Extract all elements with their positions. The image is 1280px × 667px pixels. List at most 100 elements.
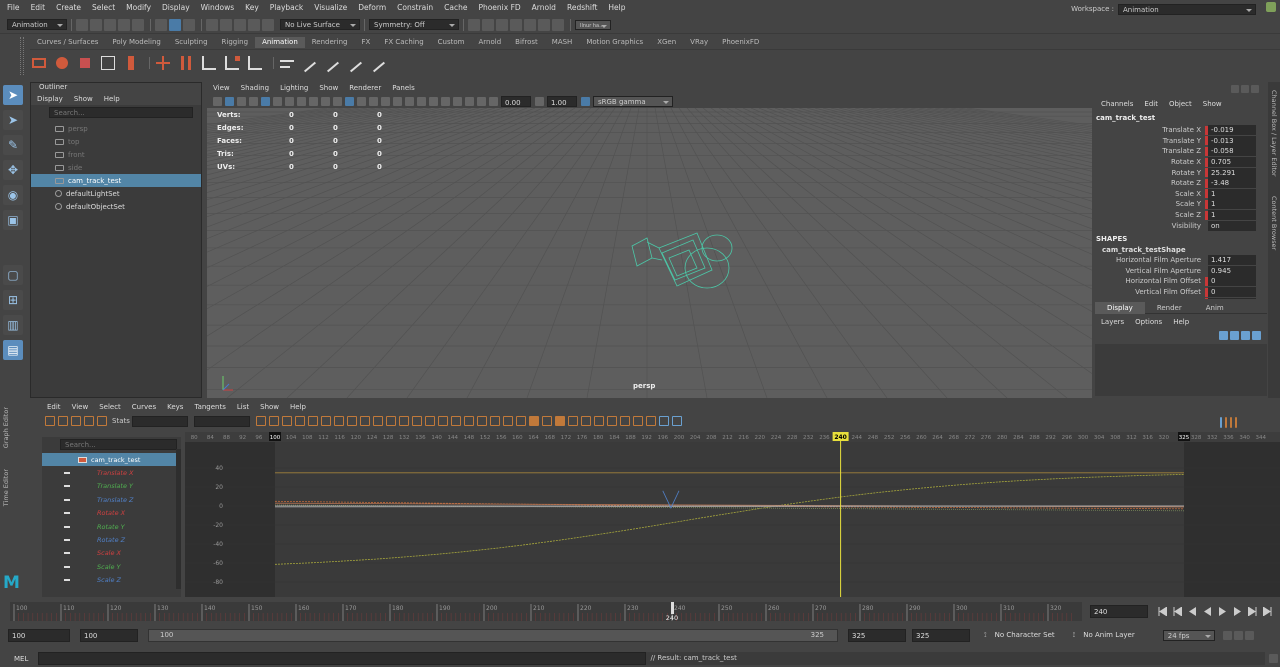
channel-attr-value[interactable]: 1.417 xyxy=(1208,255,1256,266)
curve-list-item[interactable]: Translate Y xyxy=(42,480,181,493)
graph-menu-view[interactable]: View xyxy=(72,403,89,411)
flat-tangent-icon[interactable] xyxy=(346,416,357,426)
render-settings-icon[interactable] xyxy=(496,18,508,31)
pre-infinity-cycle-icon[interactable] xyxy=(476,416,487,426)
ambient-occlusion-icon[interactable] xyxy=(405,96,414,106)
side-tab-time-editor[interactable]: Time Editor xyxy=(2,469,10,506)
linear-tangent-icon[interactable] xyxy=(333,416,344,426)
outliner-layout-icon[interactable]: ▤ xyxy=(3,340,23,360)
stats-time-field[interactable] xyxy=(131,415,188,427)
redshift-play-icon[interactable] xyxy=(538,18,550,31)
retime-keys-icon[interactable] xyxy=(97,416,107,426)
shelf-tab-bifrost[interactable]: Bifrost xyxy=(508,37,545,48)
step-forward-frame-icon[interactable] xyxy=(1233,607,1242,616)
set-key-selected-icon[interactable] xyxy=(99,54,117,72)
unify-tangents-icon[interactable] xyxy=(398,416,409,426)
new-layer-selected-icon[interactable] xyxy=(1252,331,1261,340)
clamped-tangent-icon[interactable] xyxy=(320,416,331,426)
shelf-tab-fx[interactable]: FX xyxy=(355,37,378,48)
graph-split-layout-icon[interactable] xyxy=(1230,417,1232,428)
curve-list-item[interactable]: Rotate Y xyxy=(42,520,181,533)
graph-menu-edit[interactable]: Edit xyxy=(47,403,61,411)
ik-spline-icon[interactable] xyxy=(177,54,195,72)
side-tab-graph-editor[interactable]: Graph Editor xyxy=(2,407,10,448)
viewport-menu-view[interactable]: View xyxy=(213,84,230,92)
graph-menu-keys[interactable]: Keys xyxy=(167,403,183,411)
layer-menu-layers[interactable]: Layers xyxy=(1101,318,1124,326)
new-layer-icon[interactable] xyxy=(1241,331,1250,340)
redshift-pause-icon[interactable] xyxy=(552,18,564,31)
point-constraint-icon[interactable] xyxy=(246,54,264,72)
snap-point-icon[interactable] xyxy=(234,18,246,31)
undo-icon[interactable] xyxy=(118,18,130,31)
graph-menu-curves[interactable]: Curves xyxy=(132,403,156,411)
channel-attr-value[interactable]: 0 xyxy=(1208,276,1256,287)
rotate-tool-icon[interactable]: ◉ xyxy=(3,185,23,205)
create-joint-icon[interactable] xyxy=(200,54,218,72)
menu-arnold[interactable]: Arnold xyxy=(532,3,556,12)
side-tab-content-browser[interactable]: Content Browser xyxy=(1270,196,1278,250)
channel-attr-value[interactable]: 1 xyxy=(1208,199,1256,210)
break-tangents-icon[interactable] xyxy=(385,416,396,426)
step-back-frame-icon[interactable] xyxy=(1188,607,1197,616)
outliner-menu-help[interactable]: Help xyxy=(104,95,120,103)
viewport-panel[interactable]: View Shading Lighting Show Renderer Panels 0.… xyxy=(207,82,1092,398)
single-view-icon[interactable]: ▢ xyxy=(3,265,23,285)
ik-handle-icon[interactable] xyxy=(154,54,172,72)
select-hierarchy-icon[interactable] xyxy=(155,18,167,31)
curve-list-item[interactable]: Rotate X xyxy=(42,507,181,520)
shelf-tab-vray[interactable]: VRay xyxy=(683,37,715,48)
hypershade-icon[interactable] xyxy=(510,18,522,31)
channel-attr-row[interactable]: Translate Z -0.058 xyxy=(1095,146,1267,157)
scale-constraint-icon[interactable] xyxy=(324,54,342,73)
menu-cache[interactable]: Cache xyxy=(444,3,467,12)
step-forward-key-icon[interactable] xyxy=(1247,606,1257,617)
resolution-gate-icon[interactable] xyxy=(285,96,294,106)
image-plane-icon[interactable] xyxy=(249,96,258,106)
gamma-field[interactable]: 1.00 xyxy=(547,95,577,107)
go-to-start-icon[interactable] xyxy=(1158,606,1168,617)
layer-tab-render[interactable]: Render xyxy=(1145,302,1194,314)
select-camera-icon[interactable] xyxy=(213,96,222,106)
channel-menu-object[interactable]: Object xyxy=(1169,100,1192,108)
graph-menu-tangents[interactable]: Tangents xyxy=(194,403,225,411)
channel-menu-show[interactable]: Show xyxy=(1203,100,1222,108)
select-component-icon[interactable] xyxy=(183,18,195,31)
time-slider-bar[interactable]: 100 110 120 130 140 150 160 170 180 190 200 210 220 2… xyxy=(10,602,1082,622)
layer-menu-help[interactable]: Help xyxy=(1173,318,1189,326)
menu-display[interactable]: Display xyxy=(162,3,190,12)
graph-menu-list[interactable]: List xyxy=(237,403,249,411)
new-scene-icon[interactable] xyxy=(76,18,88,31)
curve-list-item[interactable]: Rotate Z xyxy=(42,533,181,546)
curve-list-item[interactable]: Translate X xyxy=(42,466,181,479)
outliner-menu-display[interactable]: Display xyxy=(37,95,63,103)
workspace-dropdown[interactable]: Animation xyxy=(1118,3,1256,15)
channel-attr-row[interactable]: Rotate Z -3.48 xyxy=(1095,178,1267,189)
film-gate-icon[interactable] xyxy=(273,96,282,106)
scale-tool-icon[interactable]: ▣ xyxy=(3,210,23,230)
move-layer-up-icon[interactable] xyxy=(1219,331,1228,340)
menu-constrain[interactable]: Constrain xyxy=(397,3,433,12)
select-object-icon[interactable] xyxy=(169,18,181,31)
channel-attr-row[interactable]: Translate X -0.019 xyxy=(1095,125,1267,136)
outliner-item[interactable]: top xyxy=(31,135,201,148)
shelf-tab-phoenixfd[interactable]: PhoenixFD xyxy=(715,37,766,48)
smooth-shade-icon[interactable] xyxy=(345,96,354,106)
channel-attr-row[interactable]: Horizontal Film Aperture 1.417 xyxy=(1095,255,1267,266)
channel-attr-row[interactable]: Vertical Film Offset 0 xyxy=(1095,287,1267,298)
curve-list-item[interactable]: Scale Y xyxy=(42,560,181,573)
outliner-item[interactable]: side xyxy=(31,161,201,174)
simplify-icon[interactable] xyxy=(593,416,604,426)
channel-attr-row[interactable]: Translate Y -0.013 xyxy=(1095,135,1267,147)
menu-create[interactable]: Create xyxy=(56,3,81,12)
step-tangent-icon[interactable] xyxy=(359,416,370,426)
shadows-icon[interactable] xyxy=(393,96,402,106)
insert-keys-icon[interactable] xyxy=(58,416,68,426)
shelf-tab-rendering[interactable]: Rendering xyxy=(305,37,355,48)
denormalize-icon[interactable] xyxy=(554,416,565,426)
auto-key-icon[interactable] xyxy=(1233,630,1243,640)
menu-modify[interactable]: Modify xyxy=(126,3,151,12)
graph-object-item[interactable]: cam_track_test xyxy=(42,453,181,467)
viewport-menu-show[interactable]: Show xyxy=(319,84,338,92)
layer-tab-anim[interactable]: Anim xyxy=(1194,302,1236,314)
